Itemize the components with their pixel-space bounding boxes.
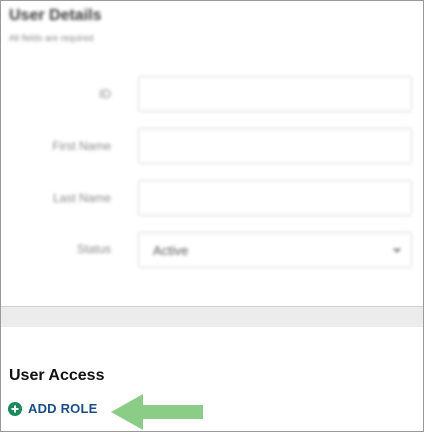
user-details-subtitle: All fields are required bbox=[9, 33, 94, 43]
plus-circle-icon bbox=[8, 401, 22, 416]
first-name-label: First Name bbox=[52, 139, 111, 153]
status-value: Active bbox=[153, 243, 189, 258]
last-name-label: Last Name bbox=[52, 191, 111, 205]
last-name-field[interactable] bbox=[138, 180, 412, 216]
arrow-left-icon bbox=[111, 394, 203, 430]
user-details-section: User Details All fields are required ID … bbox=[1, 1, 423, 301]
first-name-field[interactable] bbox=[138, 128, 412, 164]
add-role-label: ADD ROLE bbox=[28, 401, 98, 416]
user-form-panel: User Details All fields are required ID … bbox=[0, 0, 424, 432]
section-divider bbox=[1, 306, 423, 327]
status-label: Status bbox=[76, 242, 111, 256]
add-role-button[interactable]: ADD ROLE bbox=[8, 401, 98, 416]
user-access-title: User Access bbox=[9, 367, 105, 384]
chevron-down-icon bbox=[393, 247, 401, 253]
user-details-title: User Details bbox=[9, 7, 102, 24]
status-select[interactable]: Active bbox=[138, 232, 412, 268]
id-label: ID bbox=[99, 87, 111, 101]
id-field[interactable] bbox=[138, 76, 412, 112]
